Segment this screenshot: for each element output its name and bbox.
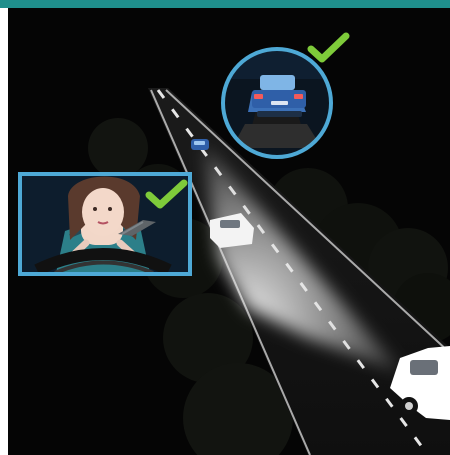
scene-frame <box>0 0 450 455</box>
rear-car-inset <box>221 47 333 159</box>
driver-inset <box>18 172 192 276</box>
night-road-scene <box>8 8 450 455</box>
distant-car <box>191 139 209 150</box>
teal-header-bar <box>0 0 450 8</box>
scene-illustration <box>8 8 450 455</box>
